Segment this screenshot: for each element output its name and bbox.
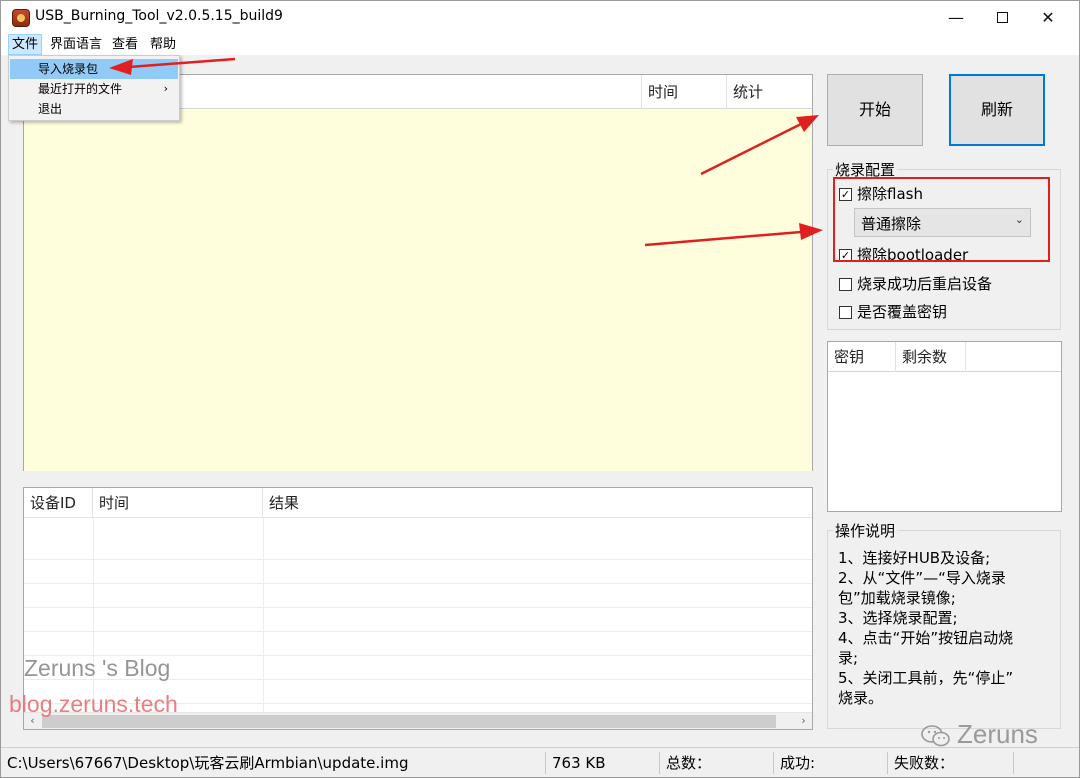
start-button[interactable]: 开始 — [827, 74, 923, 146]
status-total: 总数： — [666, 754, 712, 772]
status-divider — [545, 752, 546, 774]
log-col-divider — [263, 518, 264, 712]
log-row — [24, 584, 812, 608]
status-divider — [1013, 752, 1014, 774]
checkbox-unchecked-icon — [839, 278, 852, 291]
window-title: USB_Burning_Tool_v2.0.5.15_build9 — [35, 8, 283, 24]
close-button[interactable]: ✕ — [1025, 1, 1071, 34]
menu-item-label: 最近打开的文件 — [38, 82, 123, 96]
status-failed: 失败数： — [894, 754, 955, 772]
log-row — [24, 536, 812, 560]
instruction-line: 5、关闭工具前，先“停止” — [838, 669, 1014, 687]
overwrite-key-label: 是否覆盖密钥 — [857, 303, 948, 321]
device-grid-col-stats[interactable]: 统计 — [727, 75, 813, 109]
menu-file[interactable]: 文件 — [8, 34, 43, 55]
instructions-group: 1、连接好HUB及设备; 2、从“文件”—“导入烧录 包”加载烧录镜像; 3、选… — [827, 530, 1061, 729]
file-menu-dropdown: 导入烧录包 最近打开的文件 › 退出 — [8, 55, 180, 121]
key-list-header: 密钥 剩余数 — [828, 342, 1061, 372]
instruction-line: 烧录。 — [838, 689, 884, 707]
log-col-divider — [93, 518, 94, 712]
instruction-line: 1、连接好HUB及设备; — [838, 549, 991, 567]
status-divider — [659, 752, 660, 774]
instructions-title: 操作说明 — [833, 520, 898, 541]
menu-item-recent-files[interactable]: 最近打开的文件 › — [10, 79, 178, 99]
menu-help[interactable]: 帮助 — [147, 34, 179, 55]
key-list-col-key[interactable]: 密钥 — [828, 342, 896, 372]
status-success: 成功: — [780, 754, 816, 772]
maximize-icon — [996, 11, 1008, 23]
status-divider — [773, 752, 774, 774]
submenu-arrow-icon: › — [163, 82, 168, 95]
instruction-line: 包”加载烧录镜像; — [838, 589, 956, 607]
log-list-header: 设备ID 时间 结果 — [24, 488, 812, 518]
instruction-line: 2、从“文件”—“导入烧录 — [838, 569, 1006, 587]
log-col-device-id[interactable]: 设备ID — [24, 488, 93, 518]
reboot-after-label: 烧录成功后重启设备 — [857, 275, 993, 293]
status-divider — [887, 752, 888, 774]
minimize-button[interactable]: — — [933, 1, 979, 34]
menu-language[interactable]: 界面语言 — [47, 34, 105, 55]
status-bar: C:\Users\67667\Desktop\玩客云刷Armbian\updat… — [1, 747, 1079, 777]
instruction-line: 3、选择烧录配置; — [838, 609, 958, 627]
menu-item-label: 导入烧录包 — [38, 62, 99, 76]
refresh-button[interactable]: 刷新 — [949, 74, 1045, 146]
device-grid-body — [24, 110, 812, 471]
menu-item-import-package[interactable]: 导入烧录包 — [10, 59, 178, 79]
menu-bar: 文件 界面语言 查看 帮助 — [1, 34, 1079, 55]
highlight-annotation-box — [833, 177, 1050, 262]
log-row — [24, 632, 812, 656]
menu-item-label: 退出 — [38, 102, 63, 116]
log-col-time[interactable]: 时间 — [93, 488, 263, 518]
log-row — [24, 608, 812, 632]
device-grid[interactable]: 时间 统计 — [23, 74, 813, 471]
instruction-line: 4、点击“开始”按钮启动烧 — [838, 629, 1014, 647]
log-col-result[interactable]: 结果 — [263, 488, 812, 518]
blog-name-watermark: Zeruns 's Blog — [24, 655, 171, 681]
maximize-button[interactable] — [979, 1, 1025, 34]
key-list[interactable]: 密钥 剩余数 — [827, 341, 1062, 512]
checkbox-unchecked-icon — [839, 306, 852, 319]
title-bar: USB_Burning_Tool_v2.0.5.15_build9 — ✕ — [1, 1, 1079, 34]
instruction-line: 录; — [838, 649, 859, 667]
menu-view[interactable]: 查看 — [109, 34, 141, 55]
wechat-name-watermark: Zeruns — [957, 719, 1038, 749]
status-file-path: C:\Users\67667\Desktop\玩客云刷Armbian\updat… — [7, 754, 409, 772]
app-icon — [12, 9, 30, 27]
key-list-col-remaining[interactable]: 剩余数 — [896, 342, 966, 372]
status-file-size: 763 KB — [552, 754, 606, 772]
menu-item-exit[interactable]: 退出 — [10, 99, 178, 119]
app-window: USB_Burning_Tool_v2.0.5.15_build9 — ✕ 文件… — [0, 0, 1080, 778]
blog-url-watermark: blog.zeruns.tech — [9, 691, 178, 717]
device-grid-col-time[interactable]: 时间 — [642, 75, 727, 109]
log-row — [24, 560, 812, 584]
scroll-right-icon[interactable]: › — [795, 713, 812, 730]
wechat-icon — [921, 725, 950, 747]
